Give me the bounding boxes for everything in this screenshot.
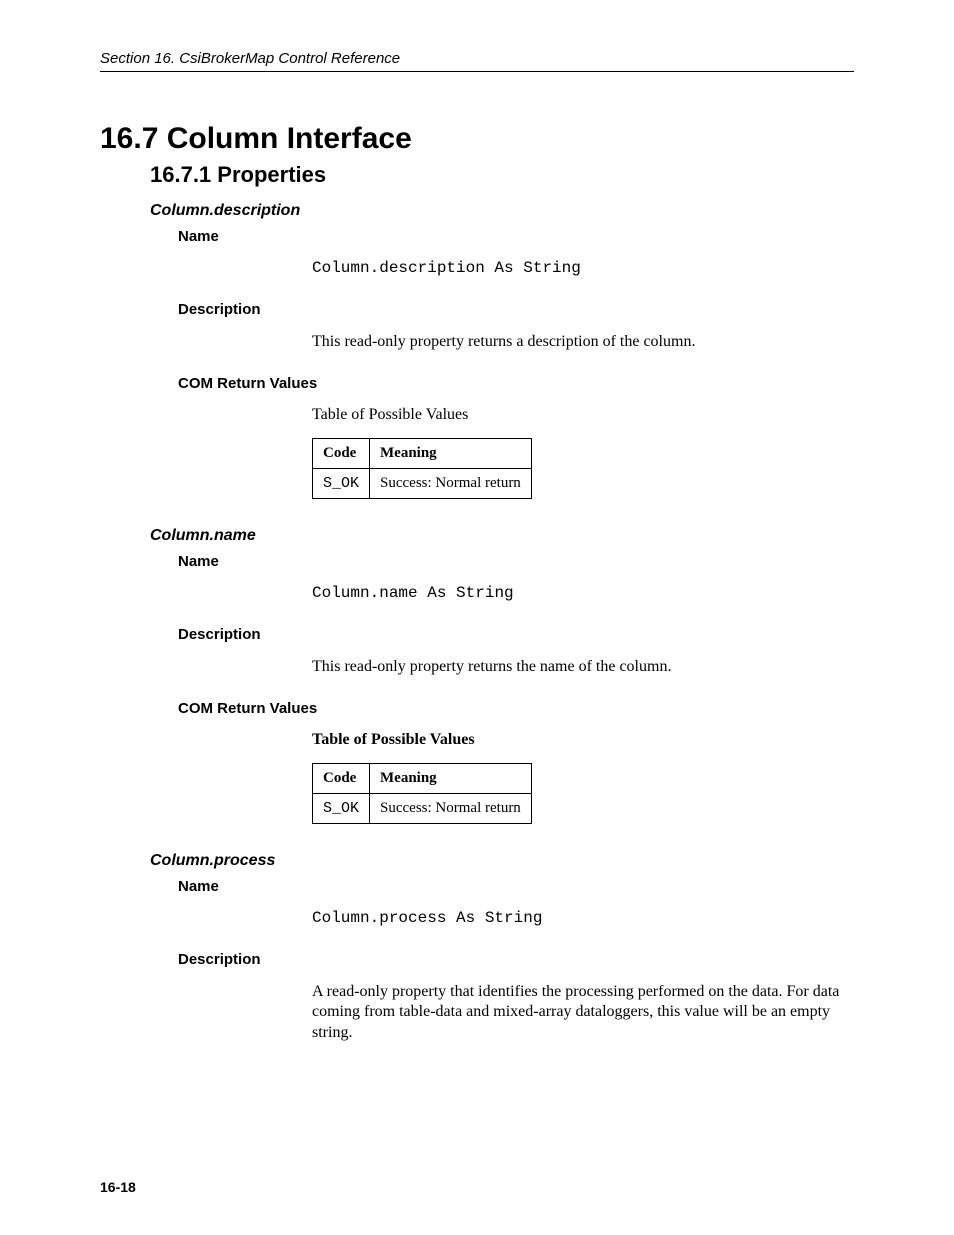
label-com-return-values: COM Return Values bbox=[178, 700, 854, 717]
table-caption: Table of Possible Values bbox=[312, 406, 854, 424]
col-header-meaning: Meaning bbox=[370, 438, 532, 468]
return-values-table: Code Meaning S_OK Success: Normal return bbox=[312, 438, 532, 499]
heading-subsection: 16.7.1 Properties bbox=[150, 162, 854, 188]
return-values-table: Code Meaning S_OK Success: Normal return bbox=[312, 763, 532, 824]
description-text: A read-only property that identifies the… bbox=[312, 982, 852, 1044]
col-header-meaning: Meaning bbox=[370, 763, 532, 793]
heading-section: 16.7 Column Interface bbox=[100, 122, 854, 156]
code-signature: Column.description As String bbox=[312, 259, 854, 277]
property-title-process: Column.process bbox=[150, 852, 854, 870]
label-name: Name bbox=[178, 228, 854, 245]
table-caption: Table of Possible Values bbox=[312, 731, 854, 749]
property-title-description: Column.description bbox=[150, 202, 854, 220]
col-header-code: Code bbox=[313, 763, 370, 793]
label-description: Description bbox=[178, 951, 854, 968]
cell-code: S_OK bbox=[313, 468, 370, 498]
table-header-row: Code Meaning bbox=[313, 438, 532, 468]
label-com-return-values: COM Return Values bbox=[178, 375, 854, 392]
cell-code: S_OK bbox=[313, 793, 370, 823]
description-text: This read-only property returns a descri… bbox=[312, 332, 852, 353]
label-description: Description bbox=[178, 301, 854, 318]
cell-meaning: Success: Normal return bbox=[370, 468, 532, 498]
col-header-code: Code bbox=[313, 438, 370, 468]
table-row: S_OK Success: Normal return bbox=[313, 793, 532, 823]
description-text: This read-only property returns the name… bbox=[312, 657, 852, 678]
code-mono-part: Column.name bbox=[312, 584, 418, 602]
running-header: Section 16. CsiBrokerMap Control Referen… bbox=[100, 50, 854, 72]
label-name: Name bbox=[178, 553, 854, 570]
code-signature: Column.name As String bbox=[312, 584, 854, 602]
cell-meaning: Success: Normal return bbox=[370, 793, 532, 823]
label-description: Description bbox=[178, 626, 854, 643]
property-title-name: Column.name bbox=[150, 527, 854, 545]
label-name: Name bbox=[178, 878, 854, 895]
page-number: 16-18 bbox=[100, 1179, 136, 1195]
table-row: S_OK Success: Normal return bbox=[313, 468, 532, 498]
page: Section 16. CsiBrokerMap Control Referen… bbox=[0, 0, 954, 1235]
code-signature: Column.process As String bbox=[312, 909, 854, 927]
code-serif-part: As String bbox=[418, 584, 514, 602]
table-header-row: Code Meaning bbox=[313, 763, 532, 793]
